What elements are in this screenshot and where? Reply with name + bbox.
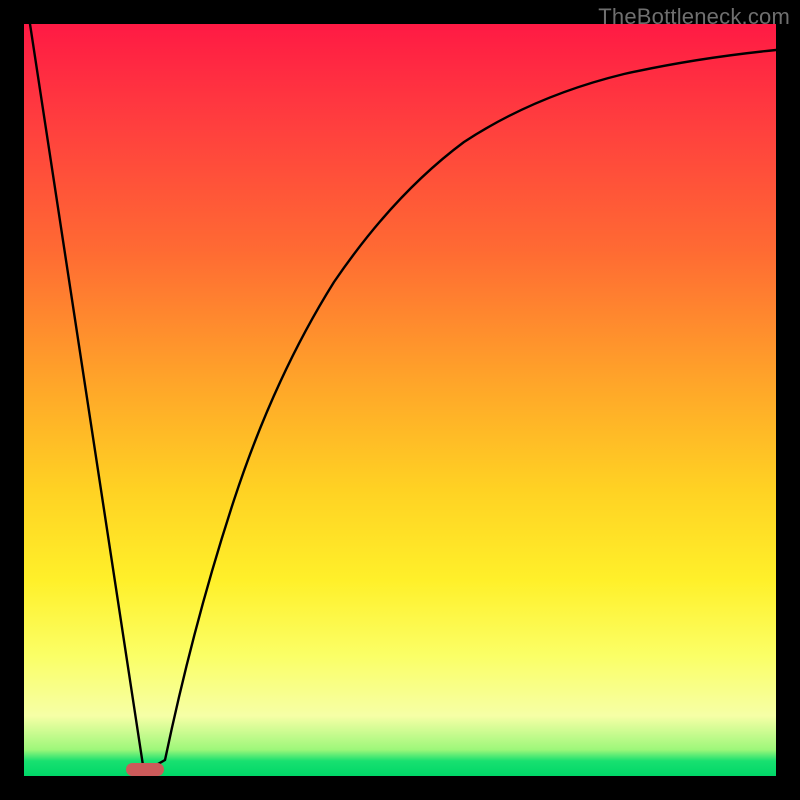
bottleneck-curve [24, 24, 776, 776]
plot-area [24, 24, 776, 776]
watermark-text: TheBottleneck.com [598, 4, 790, 30]
chart-frame: TheBottleneck.com [0, 0, 800, 800]
optimal-marker [126, 763, 164, 776]
curve-path [30, 24, 776, 772]
